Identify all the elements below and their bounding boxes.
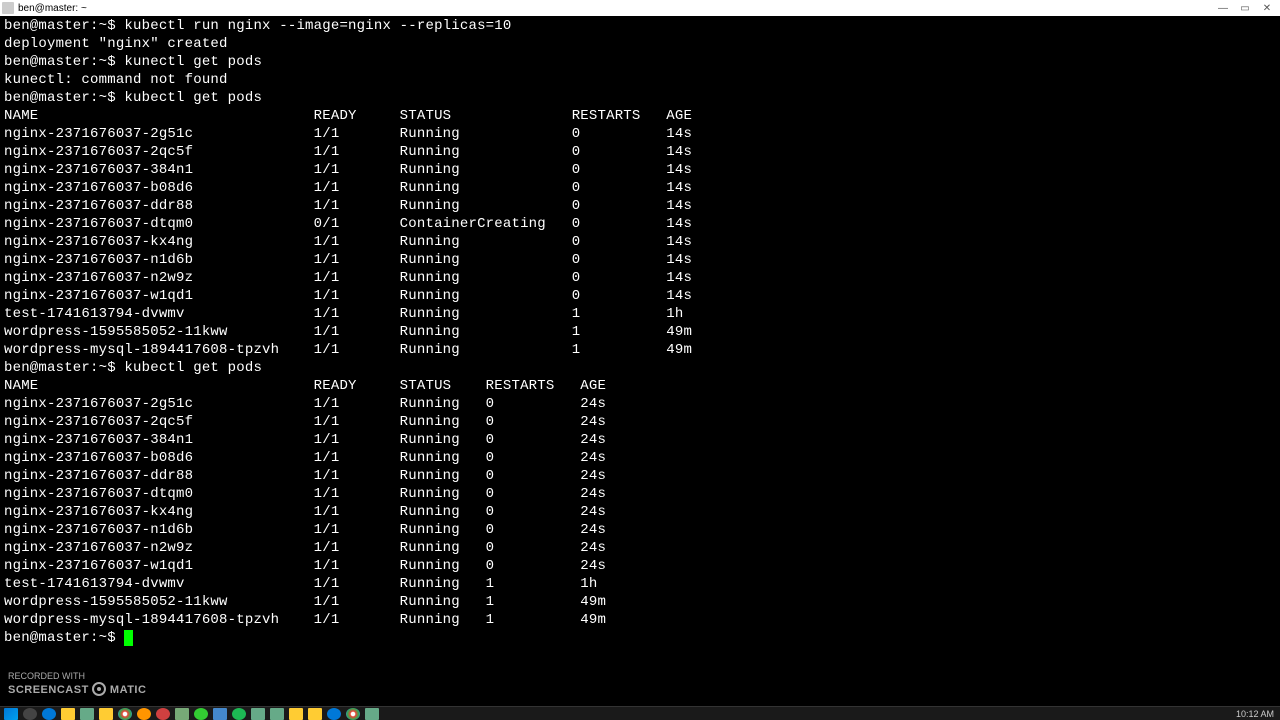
terminal-line: ben@master:~$ kunectl get pods [4,53,1276,71]
terminal-output[interactable]: ben@master:~$ kubectl run nginx --image=… [0,16,1280,648]
terminal-line: NAME READY STATUS RESTARTS AGE [4,377,1276,395]
terminal-line: nginx-2371676037-w1qd1 1/1 Running 0 14s [4,287,1276,305]
terminal-line: wordpress-1595585052-11kww 1/1 Running 1… [4,593,1276,611]
firefox-icon[interactable] [137,708,151,720]
window-titlebar: ben@master: ~ — ▭ ✕ [0,0,1280,16]
chrome-icon[interactable] [118,708,132,720]
recording-watermark: RECORDED WITH SCREENCAST MATIC [8,670,146,696]
app-icon-1[interactable] [80,708,94,720]
app-icon-9[interactable] [289,708,303,720]
edge-icon[interactable] [42,708,56,720]
app-icon-8[interactable] [270,708,284,720]
terminal-line: nginx-2371676037-w1qd1 1/1 Running 0 24s [4,557,1276,575]
terminal-line: nginx-2371676037-n2w9z 1/1 Running 0 14s [4,269,1276,287]
terminal-line: deployment "nginx" created [4,35,1276,53]
terminal-line: nginx-2371676037-2qc5f 1/1 Running 0 24s [4,413,1276,431]
putty-taskbar-icon[interactable] [175,708,189,720]
terminal-line: nginx-2371676037-2g51c 1/1 Running 0 14s [4,125,1276,143]
app-icon-12[interactable] [346,708,360,720]
putty-icon [2,2,14,14]
terminal-line: nginx-2371676037-ddr88 1/1 Running 0 14s [4,197,1276,215]
taskbar-clock[interactable]: 10:12 AM [1236,709,1276,719]
terminal-line: ben@master:~$ kubectl get pods [4,359,1276,377]
terminal-line: wordpress-1595585052-11kww 1/1 Running 1… [4,323,1276,341]
terminal-line: nginx-2371676037-kx4ng 1/1 Running 0 14s [4,233,1276,251]
terminal-line: test-1741613794-dvwmv 1/1 Running 1 1h [4,575,1276,593]
terminal-line: nginx-2371676037-dtqm0 1/1 Running 0 24s [4,485,1276,503]
watermark-line1: RECORDED WITH [8,670,146,682]
terminal-line: ben@master:~$ kubectl get pods [4,89,1276,107]
terminal-line: nginx-2371676037-384n1 1/1 Running 0 24s [4,431,1276,449]
watermark-brand-pre: SCREENCAST [8,684,89,696]
cursor [124,630,133,646]
terminal-line: nginx-2371676037-2qc5f 1/1 Running 0 14s [4,143,1276,161]
app-icon-6[interactable] [232,708,246,720]
terminal-line: ben@master:~$ kubectl run nginx --image=… [4,17,1276,35]
terminal-line: nginx-2371676037-ddr88 1/1 Running 0 24s [4,467,1276,485]
app-icon-7[interactable] [251,708,265,720]
terminal-line: nginx-2371676037-b08d6 1/1 Running 0 24s [4,449,1276,467]
terminal-line: nginx-2371676037-2g51c 1/1 Running 0 24s [4,395,1276,413]
app-icon-3[interactable] [156,708,170,720]
terminal-line: nginx-2371676037-n2w9z 1/1 Running 0 24s [4,539,1276,557]
terminal-line: wordpress-mysql-1894417608-tpzvh 1/1 Run… [4,341,1276,359]
prompt-line[interactable]: ben@master:~$ [4,629,1276,647]
terminal-line: nginx-2371676037-n1d6b 1/1 Running 0 24s [4,521,1276,539]
terminal-line: NAME READY STATUS RESTARTS AGE [4,107,1276,125]
minimize-button[interactable]: — [1212,1,1234,15]
app-icon-11[interactable] [327,708,341,720]
app-icon-13[interactable] [365,708,379,720]
terminal-line: nginx-2371676037-b08d6 1/1 Running 0 14s [4,179,1276,197]
window-title: ben@master: ~ [18,3,87,14]
terminal-line: wordpress-mysql-1894417608-tpzvh 1/1 Run… [4,611,1276,629]
start-button[interactable] [4,708,18,720]
watermark-logo-icon [92,682,106,696]
taskbar: 10:12 AM [0,706,1280,720]
terminal-line: nginx-2371676037-dtqm0 0/1 ContainerCrea… [4,215,1276,233]
app-icon-5[interactable] [213,708,227,720]
explorer-icon[interactable] [61,708,75,720]
app-icon-4[interactable] [194,708,208,720]
watermark-brand-post: MATIC [110,684,147,696]
terminal-line: test-1741613794-dvwmv 1/1 Running 1 1h [4,305,1276,323]
close-button[interactable]: ✕ [1256,1,1278,15]
terminal-line: nginx-2371676037-kx4ng 1/1 Running 0 24s [4,503,1276,521]
maximize-button[interactable]: ▭ [1234,1,1256,15]
terminal-line: nginx-2371676037-384n1 1/1 Running 0 14s [4,161,1276,179]
search-button[interactable] [23,708,37,720]
terminal-line: kunectl: command not found [4,71,1276,89]
terminal-line: nginx-2371676037-n1d6b 1/1 Running 0 14s [4,251,1276,269]
app-icon-10[interactable] [308,708,322,720]
app-icon-2[interactable] [99,708,113,720]
